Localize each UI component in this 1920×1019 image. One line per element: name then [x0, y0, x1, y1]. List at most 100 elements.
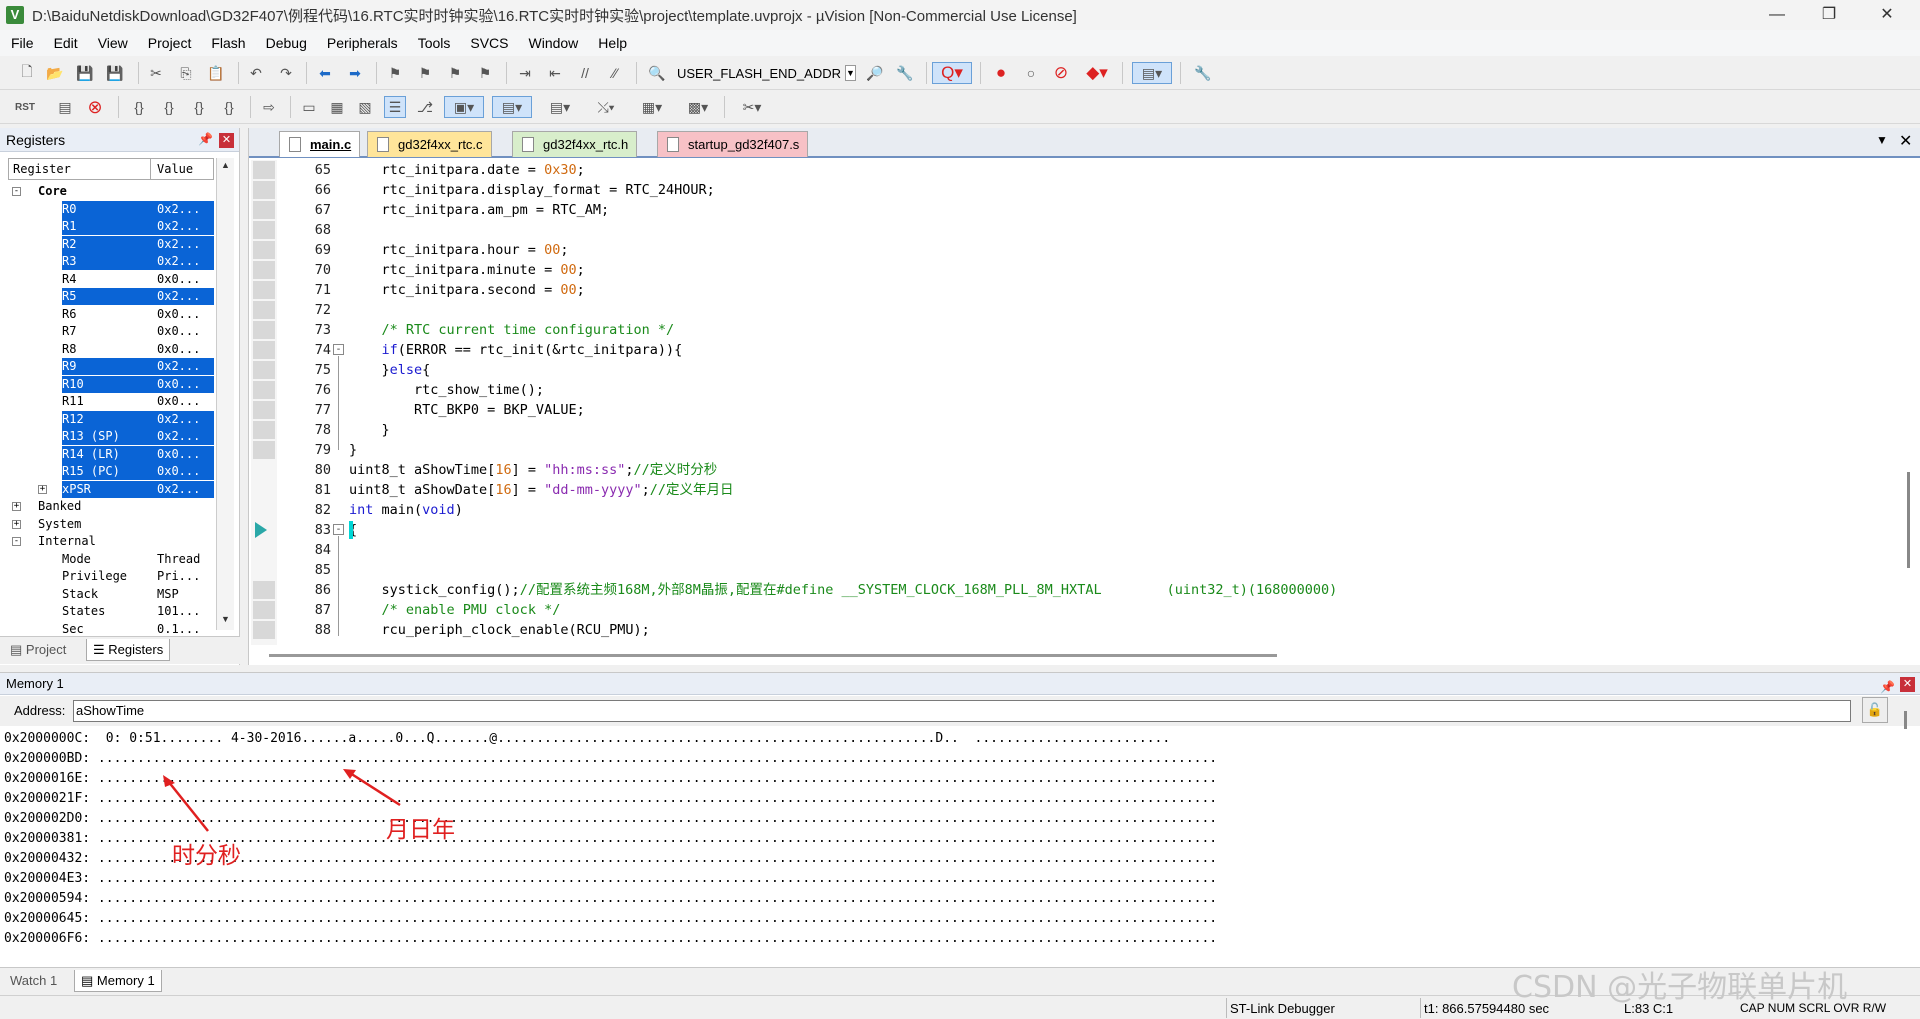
- internal-row-privilege[interactable]: Privilege Pri...: [62, 568, 214, 585]
- navigate-forward-icon[interactable]: ➡: [344, 62, 366, 84]
- pin-icon[interactable]: 📌: [1880, 676, 1895, 698]
- uncomment-icon[interactable]: ⁄⁄: [604, 62, 626, 84]
- memory-row[interactable]: 0x2000021F: ............................…: [4, 789, 1217, 809]
- code-line[interactable]: rtc_initpara.date = 0x30;: [349, 160, 585, 180]
- tab-memory-1[interactable]: ▤ Memory 1: [74, 970, 162, 992]
- run-to-cursor-icon[interactable]: {}: [218, 96, 240, 118]
- column-value[interactable]: Value: [151, 159, 193, 179]
- call-stack-window-icon[interactable]: ⎇: [414, 96, 436, 118]
- indent-icon[interactable]: ⇥: [514, 62, 536, 84]
- memory-row[interactable]: 0x20000594: ............................…: [4, 889, 1217, 909]
- register-row-r11[interactable]: R11 0x0...: [62, 393, 214, 410]
- restore-button[interactable]: ❐: [1806, 0, 1852, 30]
- show-next-statement-icon[interactable]: ⇨: [258, 96, 280, 118]
- step-into-icon[interactable]: {}: [128, 96, 150, 118]
- editor-gutter[interactable]: [251, 160, 277, 645]
- code-line[interactable]: uint8_t aShowTime[16] = "hh:ms:ss";//定义时…: [349, 460, 717, 480]
- register-row-r6[interactable]: R6 0x0...: [62, 306, 214, 323]
- window-layout-icon[interactable]: ▤▾: [1132, 62, 1172, 84]
- tree-node-internal[interactable]: Internal: [38, 533, 96, 550]
- code-line[interactable]: rcu_periph_clock_enable(RCU_PMU);: [349, 620, 650, 640]
- target-select[interactable]: USER_FLASH_END_ADDR ▼: [677, 62, 856, 84]
- internal-row-stack[interactable]: Stack MSP: [62, 586, 214, 603]
- menu-edit[interactable]: Edit: [43, 35, 87, 51]
- code-line[interactable]: uint8_t aShowDate[16] = "dd-mm-yyyy";//定…: [349, 480, 734, 500]
- pin-icon[interactable]: 📌: [198, 132, 213, 146]
- editor-vertical-scrollbar[interactable]: [1901, 160, 1917, 645]
- memory-row[interactable]: 0x200002D0: ............................…: [4, 809, 1217, 829]
- trace-window-icon[interactable]: ▦▾: [632, 96, 672, 118]
- step-out-icon[interactable]: {}: [188, 96, 210, 118]
- editor-horizontal-scrollbar[interactable]: [269, 648, 1899, 662]
- menu-flash[interactable]: Flash: [200, 35, 254, 51]
- collapse-icon[interactable]: -: [12, 187, 21, 196]
- code-line[interactable]: /* enable PMU clock */: [349, 600, 561, 620]
- bookmark-next-icon[interactable]: ⚑: [444, 62, 466, 84]
- memory-row[interactable]: 0x200004E3: ............................…: [4, 869, 1217, 889]
- minimize-button[interactable]: —: [1754, 0, 1800, 30]
- register-row-r3[interactable]: R3 0x2...: [62, 253, 214, 270]
- configure-icon[interactable]: 🔧: [1192, 62, 1214, 84]
- memory-row[interactable]: 0x2000016E: ............................…: [4, 769, 1217, 789]
- memory-window-icon[interactable]: ▤▾: [492, 96, 532, 118]
- register-row-r9[interactable]: R9 0x2...: [62, 358, 214, 375]
- chevron-down-icon[interactable]: ▼: [845, 65, 856, 81]
- scroll-up-icon[interactable]: ▲: [221, 160, 230, 170]
- code-line[interactable]: int main(void): [349, 500, 463, 520]
- menu-view[interactable]: View: [87, 35, 137, 51]
- close-panel-icon[interactable]: ✕: [1900, 677, 1915, 692]
- symbols-window-icon[interactable]: ▧: [354, 96, 376, 118]
- new-file-icon[interactable]: 🗋: [16, 62, 38, 84]
- bookmark-prev-icon[interactable]: ⚑: [414, 62, 436, 84]
- find-icon[interactable]: 🔎: [864, 62, 886, 84]
- menu-svcs[interactable]: SVCS: [459, 35, 517, 51]
- disassembly-window-icon[interactable]: ▦: [326, 96, 348, 118]
- close-panel-icon[interactable]: ✕: [219, 133, 234, 148]
- expand-icon[interactable]: +: [12, 502, 21, 511]
- kill-all-breakpoints-icon[interactable]: ◆▾: [1080, 62, 1114, 84]
- insert-breakpoint-icon[interactable]: ●: [990, 62, 1012, 84]
- run-icon[interactable]: ▤: [54, 96, 76, 118]
- register-row-r5[interactable]: R5 0x2...: [62, 288, 214, 305]
- register-row-r0[interactable]: R0 0x2...: [62, 200, 214, 218]
- register-row-r12[interactable]: R12 0x2...: [62, 410, 214, 428]
- internal-row-sec[interactable]: Sec 0.1...: [62, 621, 214, 638]
- register-row-r1[interactable]: R1 0x2...: [62, 218, 214, 235]
- disable-all-breakpoints-icon[interactable]: ⊘: [1050, 62, 1072, 84]
- tree-node-core[interactable]: Core: [38, 183, 67, 200]
- stop-icon[interactable]: ⊗: [84, 96, 106, 118]
- menu-debug[interactable]: Debug: [255, 35, 316, 51]
- menu-file[interactable]: File: [0, 35, 43, 51]
- paste-icon[interactable]: 📋: [205, 62, 227, 84]
- register-row-r4[interactable]: R4 0x0...: [62, 271, 214, 288]
- serial-window-icon[interactable]: ▤▾: [540, 96, 580, 118]
- code-line[interactable]: rtc_initpara.hour = 00;: [349, 240, 569, 260]
- tab-watch-1[interactable]: Watch 1: [4, 970, 63, 992]
- tab-registers[interactable]: ☰ Registers: [86, 639, 171, 661]
- navigate-back-icon[interactable]: ⬅: [314, 62, 336, 84]
- close-tab-icon[interactable]: ✕: [1899, 131, 1912, 151]
- menu-window[interactable]: Window: [518, 35, 588, 51]
- registers-scrollbar[interactable]: ▲ ▼: [216, 158, 234, 630]
- memory-row[interactable]: 0x2000000C: 0: 0:51........ 4-30-2016...…: [4, 729, 1170, 749]
- code-line[interactable]: }: [349, 420, 390, 440]
- collapse-icon[interactable]: -: [12, 537, 21, 546]
- tree-node-system[interactable]: System: [38, 516, 81, 533]
- save-all-icon[interactable]: 💾: [104, 62, 126, 84]
- undo-icon[interactable]: ↶: [245, 62, 267, 84]
- tab-gd32f4xx-rtc-h[interactable]: gd32f4xx_rtc.h: [512, 131, 638, 157]
- comment-icon[interactable]: //: [574, 62, 596, 84]
- system-viewer-icon[interactable]: ▩▾: [678, 96, 718, 118]
- debug-session-icon[interactable]: Q▾: [932, 62, 972, 84]
- code-line[interactable]: rtc_show_time();: [349, 380, 544, 400]
- command-window-icon[interactable]: ▭: [298, 96, 320, 118]
- save-icon[interactable]: 💾: [74, 62, 96, 84]
- internal-row-mode[interactable]: Mode Thread: [62, 551, 214, 568]
- bookmark-clear-icon[interactable]: ⚑: [474, 62, 496, 84]
- expand-icon[interactable]: +: [12, 519, 21, 529]
- code-line[interactable]: rtc_initpara.minute = 00;: [349, 260, 585, 280]
- watch-window-icon[interactable]: ▣▾: [444, 96, 484, 118]
- fold-toggle-icon[interactable]: -: [333, 524, 344, 535]
- menu-project[interactable]: Project: [137, 35, 201, 51]
- register-row-r15-pc[interactable]: R15 (PC) 0x0...: [62, 463, 214, 480]
